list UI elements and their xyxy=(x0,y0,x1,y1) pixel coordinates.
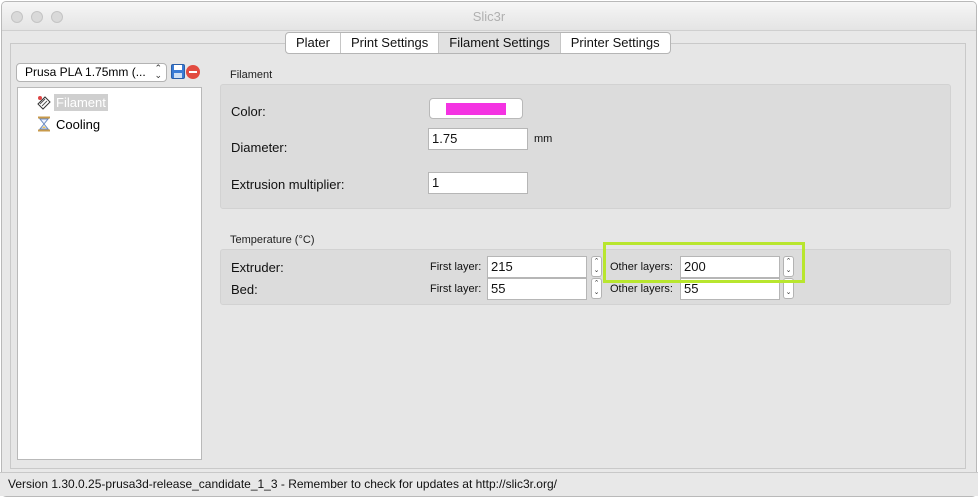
bed-label: Bed: xyxy=(231,282,258,297)
preset-value: Prusa PLA 1.75mm (... xyxy=(25,65,146,79)
tab-plater[interactable]: Plater xyxy=(286,33,341,53)
bed-first-layer-label: First layer: xyxy=(430,283,482,295)
color-swatch xyxy=(446,103,506,115)
extruder-first-layer-label: First layer: xyxy=(430,261,482,273)
color-picker-button[interactable] xyxy=(429,98,523,119)
diameter-unit: mm xyxy=(534,133,553,145)
highlight-box xyxy=(603,242,805,283)
tab-print-settings[interactable]: Print Settings xyxy=(341,33,440,53)
bed-other-layers-label: Other layers: xyxy=(610,283,673,295)
chevron-updown-icon: ⌃ ⌄ xyxy=(154,63,162,80)
filament-section-title: Filament xyxy=(230,69,273,81)
extrusion-multiplier-label: Extrusion multiplier: xyxy=(231,177,345,192)
tab-filament-settings[interactable]: Filament Settings xyxy=(439,33,561,53)
tab-printer-settings[interactable]: Printer Settings xyxy=(561,33,670,53)
hourglass-icon xyxy=(36,116,52,132)
delete-preset-icon[interactable] xyxy=(186,65,200,79)
bed-first-layer-stepper[interactable]: ⌃ ⌄ xyxy=(591,278,602,299)
settings-tree: Filament Cooling xyxy=(17,87,202,460)
status-bar: Version 1.30.0.25-prusa3d-release_candid… xyxy=(0,472,978,496)
spool-icon xyxy=(36,94,52,110)
tab-bar: Plater Print Settings Filament Settings … xyxy=(285,32,671,54)
tree-item-filament[interactable]: Filament xyxy=(36,93,108,111)
title-bar: Slic3r xyxy=(2,2,976,31)
extruder-first-layer-stepper[interactable]: ⌃ ⌄ xyxy=(591,256,602,277)
bed-first-layer-input[interactable]: 55 xyxy=(487,278,587,300)
extruder-label: Extruder: xyxy=(231,260,284,275)
save-preset-icon[interactable] xyxy=(171,64,185,79)
diameter-label: Diameter: xyxy=(231,140,288,155)
extrusion-multiplier-input[interactable]: 1 xyxy=(428,172,528,194)
extruder-first-layer-input[interactable]: 215 xyxy=(487,256,587,278)
diameter-input[interactable]: 1.75 xyxy=(428,128,528,150)
window-title: Slic3r xyxy=(472,9,506,24)
filament-preset-select[interactable]: Prusa PLA 1.75mm (... ⌃ ⌄ xyxy=(16,63,167,82)
color-label: Color: xyxy=(231,104,266,119)
tree-item-cooling[interactable]: Cooling xyxy=(36,115,102,133)
temperature-section-title: Temperature (°C) xyxy=(230,234,315,246)
